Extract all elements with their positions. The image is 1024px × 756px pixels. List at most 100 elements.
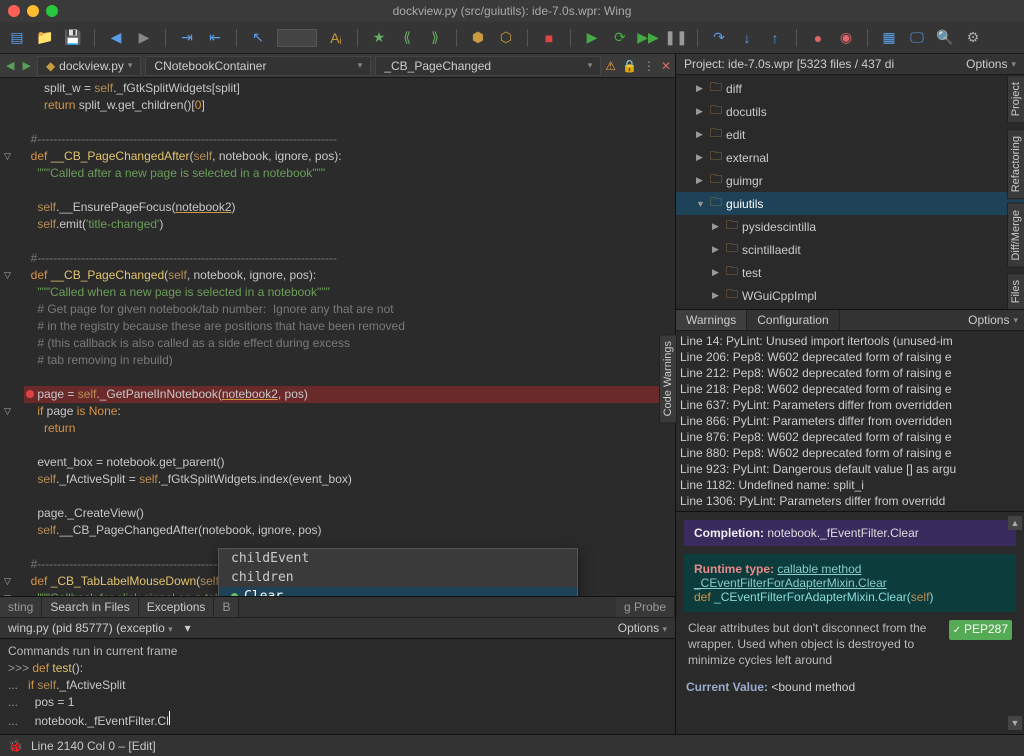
project-tree[interactable]: Project Refactoring Diff/Merge Files ▶🗀d… (676, 75, 1024, 310)
tree-item[interactable]: ▶🗀pysidescintilla (676, 215, 1024, 238)
lock-icon[interactable]: 🔒 (622, 59, 637, 73)
warning-line[interactable]: Line 212: Pep8: W602 deprecated form of … (680, 365, 1020, 381)
warning-line[interactable]: Line 1306: PyLint: Parameters differ fro… (680, 493, 1020, 509)
scroll-down-icon[interactable]: ▼ (1008, 716, 1022, 730)
minimize-window-button[interactable] (27, 5, 39, 17)
star-prev-icon[interactable]: ⟪ (398, 29, 416, 47)
breakpoint-cond-icon[interactable]: ◉ (837, 29, 855, 47)
close-window-button[interactable] (8, 5, 20, 17)
thread-selector[interactable]: ▾ (185, 621, 191, 635)
forward-icon[interactable]: ▶ (135, 29, 153, 47)
zoom-window-button[interactable] (46, 5, 58, 17)
tree-item[interactable]: ▶🗀docutils (676, 100, 1024, 123)
runtime-type-link[interactable]: callable method (777, 562, 861, 576)
vtab-project[interactable]: Project (1007, 75, 1024, 123)
stop-icon[interactable]: ■ (540, 29, 558, 47)
tree-item[interactable]: ▶🗀scintillaedit (676, 238, 1024, 261)
code-editor[interactable]: split_w = self._fGtkSplitWidgets[split] … (0, 78, 675, 596)
pause-icon[interactable]: ❚❚ (667, 29, 685, 47)
warning-line[interactable]: Line 206: Pep8: W602 deprecated form of … (680, 349, 1020, 365)
breakpoint-dot-icon[interactable] (26, 390, 34, 398)
save-icon[interactable]: 💾 (64, 29, 82, 47)
pep-badge: ✓ PEP287 (949, 620, 1012, 640)
breadcrumb: ◀ ▶ ◆dockview.py▾ CNotebookContainer▾ _C… (0, 54, 675, 78)
warning-line[interactable]: Line 218: Pep8: W602 deprecated form of … (680, 381, 1020, 397)
project-options[interactable]: Options ▾ (966, 57, 1016, 71)
tab-debug-probe[interactable]: g Probe (616, 597, 675, 617)
warning-line[interactable]: Line 923: PyLint: Dangerous default valu… (680, 461, 1020, 477)
bookmark-icon[interactable]: ⬢ (469, 29, 487, 47)
tab-warnings[interactable]: Warnings (676, 310, 747, 330)
warning-line[interactable]: Line 880: Pep8: W602 deprecated form of … (680, 445, 1020, 461)
bookmark2-icon[interactable]: ⬡ (497, 29, 515, 47)
autocomplete-item[interactable]: children (219, 568, 577, 587)
debug-console[interactable]: Commands run in current frame >>> def te… (0, 638, 675, 734)
menu-dots-icon[interactable]: ⋮ (643, 59, 655, 73)
warning-line[interactable]: Line 14: PyLint: Unused import itertools… (680, 333, 1020, 349)
layout-icon[interactable]: ▦ (880, 29, 898, 47)
vtab-code-warnings[interactable]: Code Warnings (659, 334, 677, 423)
magnify-icon[interactable]: 🔍 (936, 29, 954, 47)
star-icon[interactable]: ★ (370, 29, 388, 47)
tree-item[interactable]: ▶🗀edit (676, 123, 1024, 146)
assistant-description: ✓ PEP287 Clear attributes but don't disc… (676, 612, 1024, 676)
bug-icon[interactable]: 🐞 (8, 739, 23, 753)
vtab-diff-merge[interactable]: Diff/Merge (1007, 203, 1024, 268)
continue-icon[interactable]: ▶▶ (639, 29, 657, 47)
autocomplete-popup[interactable]: childEventchildrenClearconnectNotifycust… (218, 548, 578, 596)
warning-line[interactable]: Line 876: Pep8: W602 deprecated form of … (680, 429, 1020, 445)
scroll-up-icon[interactable]: ▲ (1008, 516, 1022, 530)
new-file-icon[interactable]: ▤ (8, 29, 26, 47)
star-next-icon[interactable]: ⟫ (426, 29, 444, 47)
source-assistant-panel: Source Assistant Completion: notebook._f… (676, 512, 1024, 734)
tree-item[interactable]: ▶🗀diff (676, 77, 1024, 100)
warning-line[interactable]: Line 1182: Undefined name: split_i (680, 477, 1020, 493)
vtab-refactoring[interactable]: Refactoring (1007, 129, 1024, 199)
tab-configuration[interactable]: Configuration (747, 310, 839, 330)
tab-exceptions[interactable]: Exceptions (139, 597, 215, 617)
warning-icon[interactable]: ⚠ (605, 59, 616, 73)
tree-item[interactable]: ▶🗀external (676, 146, 1024, 169)
back-icon[interactable]: ◀ (107, 29, 125, 47)
step-over-icon[interactable]: ↷ (710, 29, 728, 47)
run-icon[interactable]: ▶ (583, 29, 601, 47)
warnings-options[interactable]: Options ▾ (968, 313, 1024, 327)
autocomplete-item[interactable]: Clear (219, 587, 577, 596)
warning-line[interactable]: Line 866: PyLint: Parameters differ from… (680, 413, 1020, 429)
tab-testing[interactable]: sting (0, 597, 42, 617)
vtab-source-assistant[interactable]: Source Assistant (676, 520, 677, 616)
breadcrumb-class[interactable]: CNotebookContainer▾ (145, 56, 371, 76)
runtime-type-link2[interactable]: _CEventFilterForAdapterMixin.Clear (694, 576, 887, 590)
rename-icon[interactable]: Aᵢ (327, 29, 345, 47)
close-tab-icon[interactable]: ✕ (661, 59, 671, 73)
debug-icon[interactable]: ⟳ (611, 29, 629, 47)
process-selector[interactable]: wing.py (pid 85777) (exceptio ▾ (8, 621, 173, 635)
tab-search-in-files[interactable]: Search in Files (42, 597, 138, 617)
breadcrumb-file[interactable]: ◆dockview.py▾ (37, 56, 141, 76)
breadcrumb-method[interactable]: _CB_PageChanged▾ (375, 56, 601, 76)
titlebar: dockview.py (src/guiutils): ide-7.0s.wpr… (0, 0, 1024, 22)
breakpoint-icon[interactable]: ● (809, 29, 827, 47)
autocomplete-item[interactable]: childEvent (219, 549, 577, 568)
warnings-list[interactable]: Line 14: PyLint: Unused import itertools… (676, 331, 1024, 511)
monitor-icon[interactable]: 🖵 (908, 29, 926, 47)
cursor-icon[interactable]: ↖ (249, 29, 267, 47)
indent-icon[interactable]: ⇥ (178, 29, 196, 47)
vtab-files[interactable]: Files (1007, 273, 1024, 310)
open-folder-icon[interactable]: 📁 (36, 29, 54, 47)
nav-prev-icon[interactable]: ◀ (4, 59, 16, 72)
tree-item[interactable]: ▶🗀guimgr (676, 169, 1024, 192)
tab-bookmarks[interactable]: B (214, 597, 239, 617)
tree-item[interactable]: ▼🗀guiutils (676, 192, 1024, 215)
nav-next-icon[interactable]: ▶ (20, 59, 32, 72)
tree-item[interactable]: ▶🗀WGuiCppImpl (676, 284, 1024, 307)
step-out-icon[interactable]: ↑ (766, 29, 784, 47)
cursor-position: Line 2140 Col 0 – [Edit] (31, 739, 156, 753)
bottom-options[interactable]: Options ▾ (618, 621, 667, 635)
step-into-icon[interactable]: ↓ (738, 29, 756, 47)
search-input[interactable] (277, 29, 317, 47)
gear-icon[interactable]: ⚙ (964, 29, 982, 47)
outdent-icon[interactable]: ⇤ (206, 29, 224, 47)
tree-item[interactable]: ▶🗀test (676, 261, 1024, 284)
warning-line[interactable]: Line 637: PyLint: Parameters differ from… (680, 397, 1020, 413)
